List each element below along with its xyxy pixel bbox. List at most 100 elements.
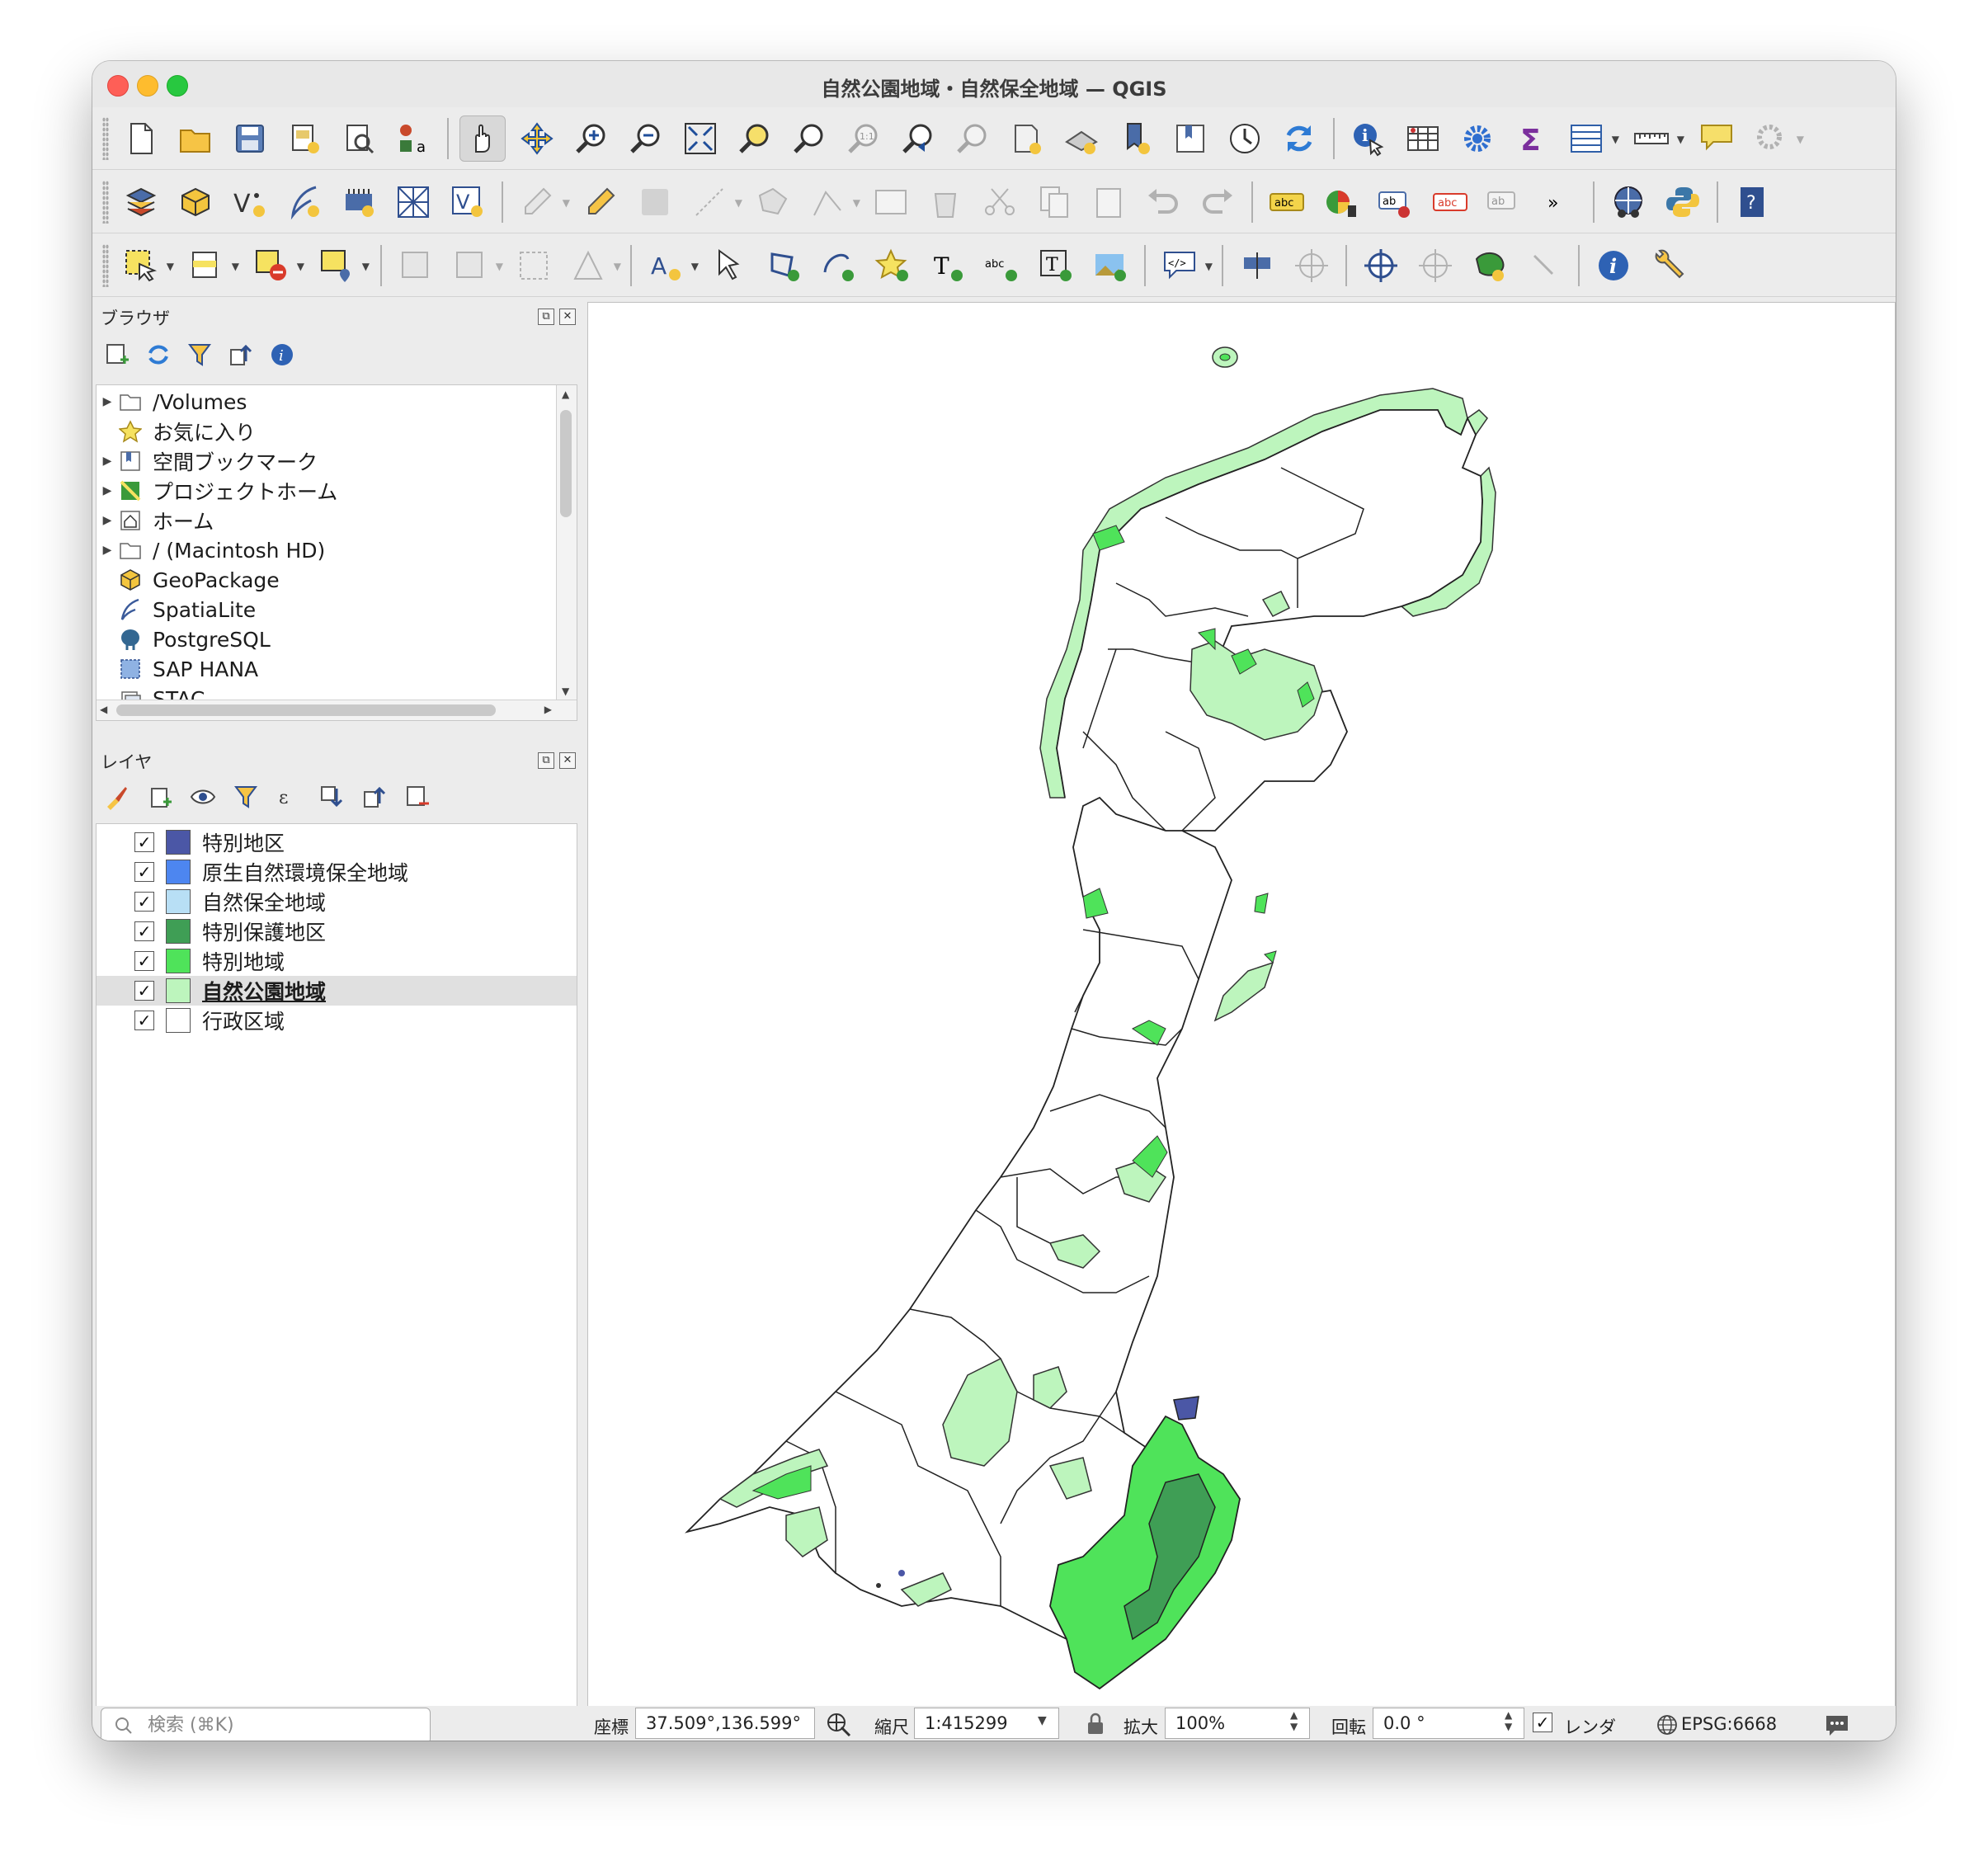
- info-icon[interactable]: i: [1590, 243, 1637, 289]
- cut-icon[interactable]: [977, 179, 1023, 225]
- delete-icon[interactable]: [922, 179, 968, 225]
- globe-icon[interactable]: [1605, 179, 1651, 225]
- wrench-icon[interactable]: [1645, 243, 1691, 289]
- advanced-digitize-icon[interactable]: ▼: [447, 243, 503, 289]
- rename-icon[interactable]: [1521, 243, 1567, 289]
- locator-icon[interactable]: ▼: [1748, 115, 1804, 162]
- coordinate-capture-icon[interactable]: [1288, 243, 1335, 289]
- refresh-browser-icon[interactable]: [145, 342, 172, 368]
- add-point-annotation-icon[interactable]: [869, 243, 916, 289]
- undo-icon[interactable]: [1140, 179, 1186, 225]
- layer-item-special-area[interactable]: ✓ 特別地域: [97, 946, 577, 976]
- pan-to-selection-icon[interactable]: [514, 115, 560, 162]
- digitize-icon[interactable]: [577, 179, 624, 225]
- magnifier-field[interactable]: 100%: [1165, 1708, 1310, 1739]
- expand-arrow-icon[interactable]: ▶: [97, 544, 118, 557]
- geometry-checker-icon[interactable]: [1412, 243, 1458, 289]
- browser-item-geopackage[interactable]: GeoPackage: [97, 565, 280, 595]
- digitize-shape-icon[interactable]: [393, 243, 439, 289]
- layer-item-administrative-area[interactable]: ✓ 行政区域: [97, 1006, 577, 1035]
- save-edits-icon[interactable]: [632, 179, 678, 225]
- toggle-editing-icon[interactable]: ▼: [514, 179, 570, 225]
- show-bookmarks-icon[interactable]: [1167, 115, 1213, 162]
- new-3d-view-icon[interactable]: [1058, 115, 1105, 162]
- topology-icon[interactable]: [1467, 243, 1513, 289]
- crosshair-icon[interactable]: [1358, 243, 1404, 289]
- add-picture-annotation-icon[interactable]: [1087, 243, 1133, 289]
- attribute-table-icon[interactable]: ▼: [1563, 115, 1619, 162]
- help-icon[interactable]: ?: [1729, 179, 1775, 225]
- new-geopackage-icon[interactable]: [172, 179, 219, 225]
- new-map-view-icon[interactable]: [1004, 115, 1050, 162]
- properties-info-icon[interactable]: i: [269, 342, 295, 368]
- browser-item-macintosh-hd[interactable]: ▶ / (Macintosh HD): [97, 535, 326, 565]
- filter-expression-icon[interactable]: ε: [276, 784, 302, 810]
- rotation-spinner-icon[interactable]: ▲ ▼: [1505, 1709, 1512, 1732]
- pan-map-icon[interactable]: [459, 115, 506, 162]
- style-manager-icon[interactable]: a: [390, 115, 436, 162]
- toggle-extent-icon[interactable]: [825, 1711, 851, 1737]
- attribute-table-open-icon[interactable]: [1400, 115, 1446, 162]
- add-group-icon[interactable]: [147, 784, 173, 810]
- open-project-icon[interactable]: [172, 115, 219, 162]
- layer-item-natural-park-area[interactable]: ✓ 自然公園地域: [97, 976, 577, 1006]
- render-checkbox[interactable]: ✓: [1533, 1713, 1552, 1732]
- layers-close-button[interactable]: ✕: [559, 752, 576, 769]
- refresh-icon[interactable]: [1276, 115, 1322, 162]
- collapse-all-layers-icon[interactable]: [361, 784, 388, 810]
- layer-visibility-checkbox[interactable]: ✓: [134, 921, 154, 941]
- zoom-out-icon[interactable]: [623, 115, 669, 162]
- measure-icon[interactable]: ▼: [1628, 115, 1684, 162]
- zoom-to-selection-icon[interactable]: [732, 115, 778, 162]
- paste-icon[interactable]: [1086, 179, 1132, 225]
- magnifier-spinner-icon[interactable]: ▲ ▼: [1290, 1709, 1298, 1732]
- browser-item-spatialite[interactable]: SpatiaLite: [97, 595, 256, 624]
- rotation-field[interactable]: 0.0 °: [1373, 1708, 1524, 1739]
- new-spatialite-icon[interactable]: [281, 179, 327, 225]
- browser-item-postgresql[interactable]: PostgreSQL: [97, 624, 271, 654]
- layer-visibility-checkbox[interactable]: ✓: [134, 862, 154, 882]
- deselect-icon[interactable]: ▼: [248, 243, 304, 289]
- select-by-location-icon[interactable]: ▼: [313, 243, 370, 289]
- statistics-icon[interactable]: Σ: [1509, 115, 1555, 162]
- zoom-to-layer-icon[interactable]: [786, 115, 832, 162]
- expand-arrow-icon[interactable]: ▶: [97, 484, 118, 497]
- expand-arrow-icon[interactable]: ▶: [97, 455, 118, 468]
- lock-scale-icon[interactable]: [1086, 1713, 1105, 1736]
- new-virtual-layer-icon[interactable]: [336, 179, 382, 225]
- coordinate-field[interactable]: 37.509°,136.599°: [635, 1708, 815, 1739]
- add-polygon-icon[interactable]: [750, 179, 796, 225]
- diagram-tool-icon[interactable]: [1318, 179, 1364, 225]
- new-project-icon[interactable]: [118, 115, 164, 162]
- browser-item-project-home[interactable]: ▶ プロジェクトホーム: [97, 476, 338, 506]
- pin-labels-icon[interactable]: ab: [1482, 179, 1528, 225]
- zoom-next-icon[interactable]: [949, 115, 996, 162]
- map-canvas[interactable]: [587, 302, 1896, 1708]
- redo-icon[interactable]: [1194, 179, 1241, 225]
- expand-arrow-icon[interactable]: ▶: [97, 395, 118, 408]
- locator-search-input[interactable]: 検索 (⌘K): [101, 1708, 431, 1741]
- edit-attributes-icon[interactable]: [868, 179, 914, 225]
- zoom-last-icon[interactable]: [895, 115, 941, 162]
- add-point-text-icon[interactable]: abc: [978, 243, 1025, 289]
- browser-item-spatial-bookmarks[interactable]: ▶ 空間ブックマーク: [97, 446, 318, 476]
- save-project-icon[interactable]: [227, 115, 273, 162]
- new-mesh-icon[interactable]: [390, 179, 436, 225]
- layer-visibility-checkbox[interactable]: ✓: [134, 832, 154, 852]
- split-features-icon[interactable]: [511, 243, 557, 289]
- style-brush-icon[interactable]: [104, 784, 130, 810]
- reshape-icon[interactable]: ▼: [565, 243, 621, 289]
- collapse-all-icon[interactable]: [228, 342, 254, 368]
- browser-item-home[interactable]: ▶ ホーム: [97, 506, 214, 535]
- add-selected-layers-icon[interactable]: [104, 342, 130, 368]
- layout-manager-icon[interactable]: [336, 115, 382, 162]
- select-by-attribute-icon[interactable]: ▼: [183, 243, 239, 289]
- new-shapefile-icon[interactable]: V: [227, 179, 273, 225]
- identify-icon[interactable]: i: [1345, 115, 1392, 162]
- georeferencer-icon[interactable]: [1234, 243, 1280, 289]
- expand-all-icon[interactable]: [318, 784, 345, 810]
- browser-horizontal-scrollbar[interactable]: ◀ ▶: [97, 700, 577, 720]
- print-layout-icon[interactable]: [281, 115, 327, 162]
- layer-item-wilderness-area[interactable]: ✓ 原生自然環境保全地域: [97, 857, 577, 887]
- add-polygon-annotation-icon[interactable]: [761, 243, 807, 289]
